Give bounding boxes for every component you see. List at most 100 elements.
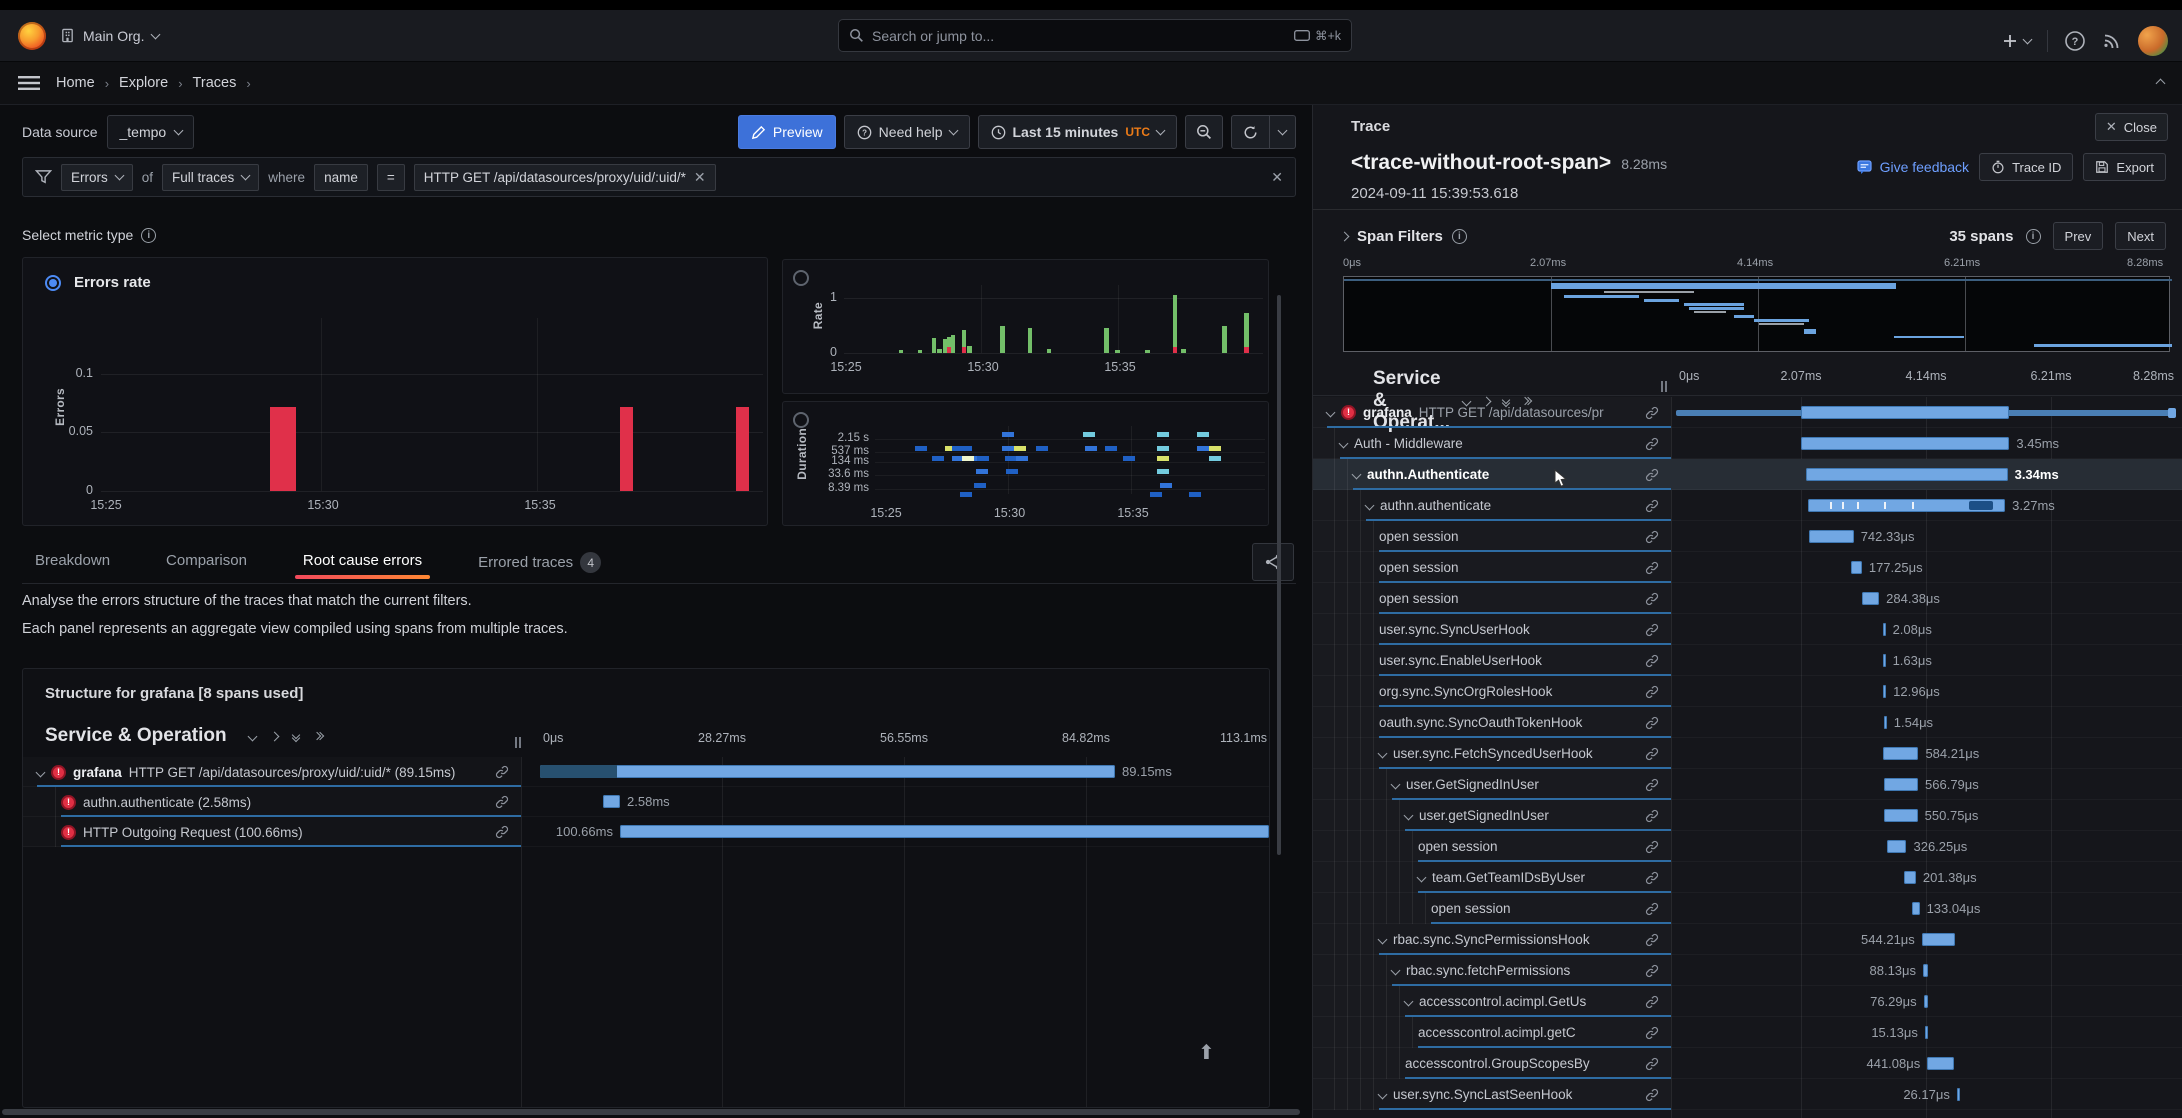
span-link-icon[interactable] [495, 795, 509, 809]
tab-errored-traces[interactable]: Errored traces4 [476, 548, 603, 585]
preview-button[interactable]: Preview [738, 115, 836, 149]
span-bar[interactable] [1883, 747, 1918, 760]
span-row[interactable]: !grafanaHTTP GET /api/datasources/pr [1313, 397, 2182, 428]
heatmap-cell[interactable] [1189, 492, 1201, 497]
span-link-icon[interactable] [1645, 1057, 1659, 1071]
rate-bar[interactable] [1173, 295, 1178, 353]
heatmap-cell[interactable] [1105, 446, 1117, 451]
span-bar[interactable] [1884, 778, 1918, 791]
collapse-top-icon[interactable] [2157, 80, 2164, 87]
remove-filter-icon[interactable]: ✕ [694, 170, 706, 184]
span-name-cell[interactable]: !HTTP Outgoing Request (100.66ms) [23, 817, 521, 847]
rate-bar[interactable] [1028, 328, 1033, 353]
heatmap-cell[interactable] [962, 456, 974, 461]
zoom-out-button[interactable] [1185, 115, 1223, 149]
export-button[interactable]: Export [2083, 153, 2166, 181]
row-chevron-icon[interactable] [1339, 439, 1349, 449]
span-bar[interactable] [1927, 1057, 1954, 1070]
heatmap-cell[interactable] [1085, 446, 1097, 451]
heatmap-cell[interactable] [974, 483, 986, 488]
span-bar[interactable] [1925, 1026, 1928, 1039]
span-link-icon[interactable] [1645, 747, 1659, 761]
span-name-cell[interactable]: accesscontrol.GroupScopesBy [1313, 1048, 1671, 1079]
scroll-to-top-button[interactable]: ⬆ [1198, 1040, 1215, 1065]
heatmap-cell[interactable] [932, 456, 944, 461]
span-name-cell[interactable]: !authn.authenticate (2.58ms) [23, 787, 521, 817]
row-chevron-icon[interactable] [1365, 501, 1375, 511]
span-name-cell[interactable]: user.getSignedInUser [1313, 800, 1671, 831]
horizontal-scrollbar[interactable] [2, 1109, 1300, 1115]
row-chevron-icon[interactable] [1378, 935, 1388, 945]
collapse-one-icon[interactable] [247, 731, 257, 741]
global-search-input[interactable]: Search or jump to... ⌘+k [838, 19, 1352, 52]
rate-bar[interactable] [1181, 349, 1186, 353]
heatmap-cell[interactable] [1160, 483, 1172, 488]
breadcrumb-item[interactable]: Explore [119, 75, 168, 91]
span-name-cell[interactable]: rbac.sync.SyncPermissionsHook [1313, 924, 1671, 955]
row-chevron-icon[interactable] [1417, 873, 1427, 883]
vertical-scrollbar[interactable] [1277, 295, 1281, 855]
tab-root-cause-errors[interactable]: Root cause errors [301, 548, 424, 581]
error-bar[interactable] [736, 407, 749, 491]
heatmap-cell[interactable] [1002, 432, 1014, 437]
span-bar[interactable] [603, 795, 620, 808]
span-name-cell[interactable]: open session [1313, 583, 1671, 614]
heatmap-cell[interactable] [1197, 446, 1209, 451]
row-chevron-icon[interactable] [36, 767, 46, 777]
span-bar[interactable] [1862, 592, 1879, 605]
info-icon[interactable]: i [2026, 229, 2041, 244]
span-row[interactable]: rbac.sync.SyncPermissionsHook544.21μs [1313, 924, 2182, 955]
span-bar[interactable] [540, 765, 1115, 778]
rate-bar[interactable] [962, 330, 967, 353]
span-link-icon[interactable] [1645, 437, 1659, 451]
span-row[interactable]: team.GetTeamIDsByUser201.38μs [1313, 862, 2182, 893]
span-link-icon[interactable] [495, 765, 509, 779]
heatmap-cell[interactable] [1150, 492, 1162, 497]
span-link-icon[interactable] [1645, 995, 1659, 1009]
span-link-icon[interactable] [1645, 468, 1659, 482]
span-row[interactable]: open session177.25μs [1313, 552, 2182, 583]
rate-bar[interactable] [918, 350, 923, 353]
span-name-cell[interactable]: rbac.sync.fetchPermissions [1313, 955, 1671, 986]
share-button[interactable] [1252, 543, 1294, 581]
refresh-button[interactable] [1231, 115, 1270, 149]
row-chevron-icon[interactable] [1391, 780, 1401, 790]
org-switcher[interactable]: Main Org. [60, 28, 159, 44]
span-name-cell[interactable]: team.GetTeamIDsByUser [1313, 862, 1671, 893]
help-icon[interactable]: ? [2064, 30, 2086, 52]
rate-radio[interactable] [793, 270, 809, 286]
span-name-cell[interactable]: Auth - Middleware [1313, 428, 1671, 459]
span-bar[interactable] [1923, 964, 1928, 977]
span-row[interactable]: accesscontrol.GroupScopesBy441.08μs [1313, 1048, 2182, 1079]
rate-bar[interactable] [1047, 349, 1052, 353]
heatmap-cell[interactable] [960, 492, 972, 497]
expand-one-icon[interactable] [269, 731, 279, 741]
span-row[interactable]: accesscontrol.acimpl.GetUs76.29μs [1313, 986, 2182, 1017]
span-row[interactable]: accesscontrol.acimpl.getC15.13μs [1313, 1017, 2182, 1048]
span-link-icon[interactable] [1645, 871, 1659, 885]
heatmap-cell[interactable] [1036, 446, 1048, 451]
span-row[interactable]: open session742.33μs [1313, 521, 2182, 552]
span-link-icon[interactable] [1645, 840, 1659, 854]
tab-comparison[interactable]: Comparison [164, 548, 249, 581]
span-row[interactable]: !HTTP Outgoing Request (100.66ms)100.66m… [23, 817, 1269, 847]
span-row[interactable]: authn.authenticate3.27ms [1313, 490, 2182, 521]
heatmap-cell[interactable] [1083, 432, 1095, 437]
rate-bar[interactable] [1244, 313, 1249, 353]
row-chevron-icon[interactable] [1391, 966, 1401, 976]
span-row[interactable]: authn.Authenticate3.34ms [1313, 459, 2182, 490]
heatmap-cell[interactable] [976, 469, 988, 474]
row-chevron-icon[interactable] [1378, 749, 1388, 759]
filter-operator-chip[interactable]: = [377, 164, 405, 191]
span-link-icon[interactable] [1645, 530, 1659, 544]
rate-bar[interactable] [1104, 328, 1109, 353]
span-link-icon[interactable] [1645, 654, 1659, 668]
span-name-cell[interactable]: !grafanaHTTP GET /api/datasources/proxy/… [23, 757, 521, 787]
give-feedback-link[interactable]: Give feedback [1857, 159, 1970, 175]
span-link-icon[interactable] [1645, 809, 1659, 823]
span-name-cell[interactable]: user.sync.FetchSyncedUserHook [1313, 738, 1671, 769]
heatmap-cell[interactable] [1157, 446, 1169, 451]
span-link-icon[interactable] [1645, 1026, 1659, 1040]
heatmap-cell[interactable] [1157, 469, 1169, 474]
heatmap-cell[interactable] [1123, 456, 1135, 461]
